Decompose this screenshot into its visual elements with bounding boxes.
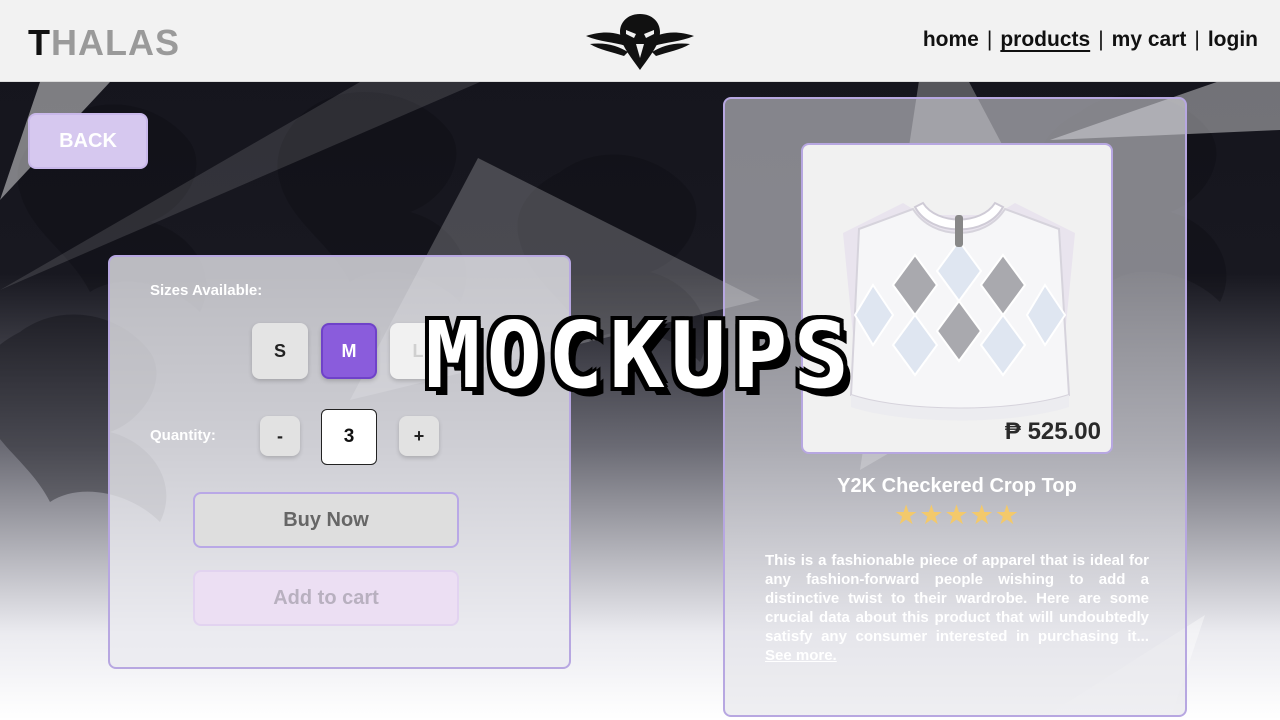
sizes-label: Sizes Available:	[150, 282, 263, 299]
brand-name[interactable]: THALAS	[28, 22, 180, 64]
product-description: This is a fashionable piece of apparel t…	[765, 551, 1149, 665]
quantity-decrease-button[interactable]: -	[260, 416, 300, 456]
back-button[interactable]: BACK	[28, 113, 148, 169]
mockups-overlay-title: MOCKUPS	[425, 302, 855, 409]
main-nav: home | products | my cart | login	[923, 28, 1258, 52]
quantity-input[interactable]: 3	[321, 409, 377, 465]
star-rating: ★★★★★	[893, 500, 1021, 530]
product-description-text: This is a fashionable piece of apparel t…	[765, 552, 1149, 645]
top-navbar: THALAS home | products | my cart | login	[0, 0, 1280, 82]
add-to-cart-button[interactable]: Add to cart	[193, 570, 459, 626]
brand-first-letter: T	[28, 22, 51, 63]
eagle-logo-icon[interactable]	[584, 10, 696, 72]
nav-separator: |	[1098, 28, 1104, 51]
product-name: Y2K Checkered Crop Top	[837, 475, 1077, 497]
product-price: ₱ 525.00	[1004, 418, 1101, 445]
quantity-increase-button[interactable]: +	[399, 416, 439, 456]
see-more-link[interactable]: See more.	[765, 647, 837, 664]
nav-home-link[interactable]: home	[923, 28, 979, 52]
nav-cart-link[interactable]: my cart	[1112, 28, 1187, 52]
nav-separator: |	[986, 28, 993, 51]
nav-login-link[interactable]: login	[1208, 28, 1258, 52]
quantity-label: Quantity:	[150, 427, 216, 444]
nav-products-link[interactable]: products	[1000, 28, 1090, 52]
buy-now-button[interactable]: Buy Now	[193, 492, 459, 548]
nav-separator: |	[1194, 28, 1200, 51]
brand-rest: HALAS	[51, 22, 180, 63]
